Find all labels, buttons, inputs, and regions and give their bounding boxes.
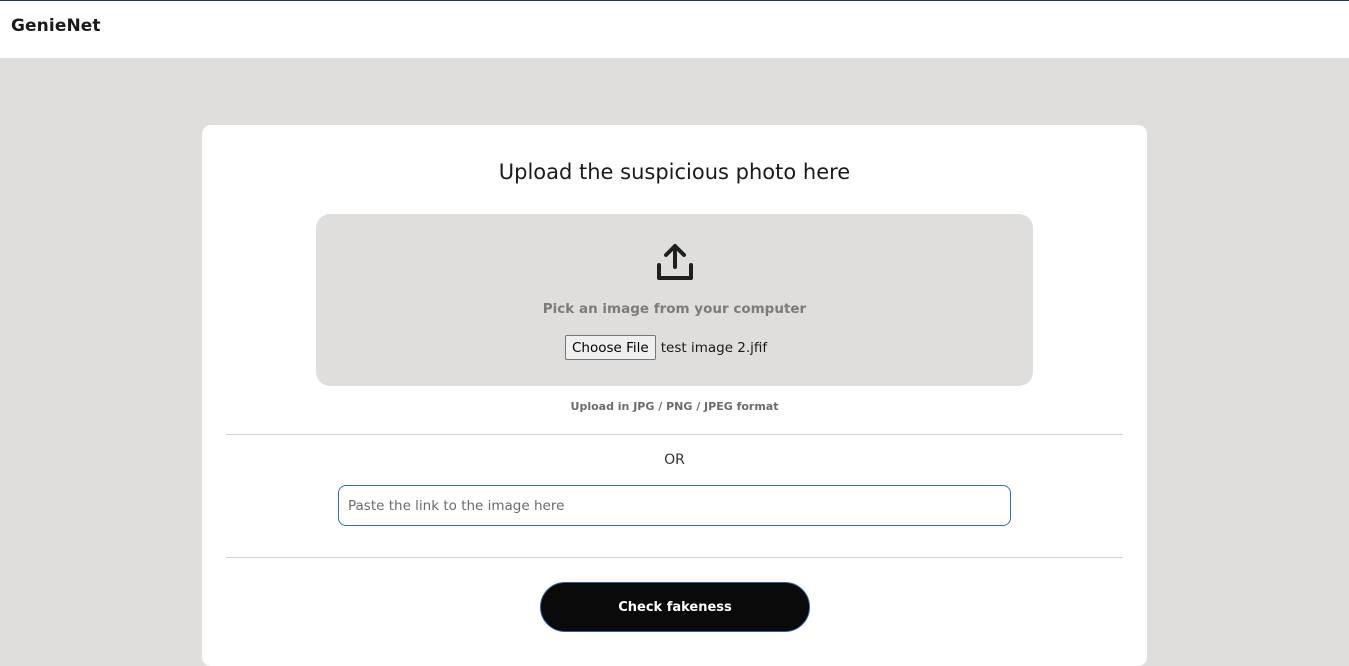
- choose-file-button[interactable]: Choose File: [565, 335, 656, 360]
- brand-logo-text[interactable]: GenieNet: [11, 16, 101, 36]
- upload-title: Upload the suspicious photo here: [498, 160, 851, 184]
- or-separator-label: OR: [664, 452, 685, 468]
- file-input[interactable]: Choose File test image 2.jfif: [565, 335, 767, 360]
- upload-dropzone[interactable]: [316, 214, 1033, 386]
- pick-image-label: Pick an image from your computer: [542, 301, 807, 317]
- selected-file-name: test image 2.jfif: [660, 339, 768, 356]
- check-fakeness-button[interactable]: Check fakeness: [540, 582, 810, 632]
- divider: [226, 557, 1123, 558]
- upload-icon: [657, 244, 693, 280]
- divider: [226, 434, 1123, 435]
- image-link-input[interactable]: [338, 485, 1011, 526]
- format-hint: Upload in JPG / PNG / JPEG format: [570, 400, 779, 413]
- top-nav-bar: GenieNet: [0, 0, 1349, 58]
